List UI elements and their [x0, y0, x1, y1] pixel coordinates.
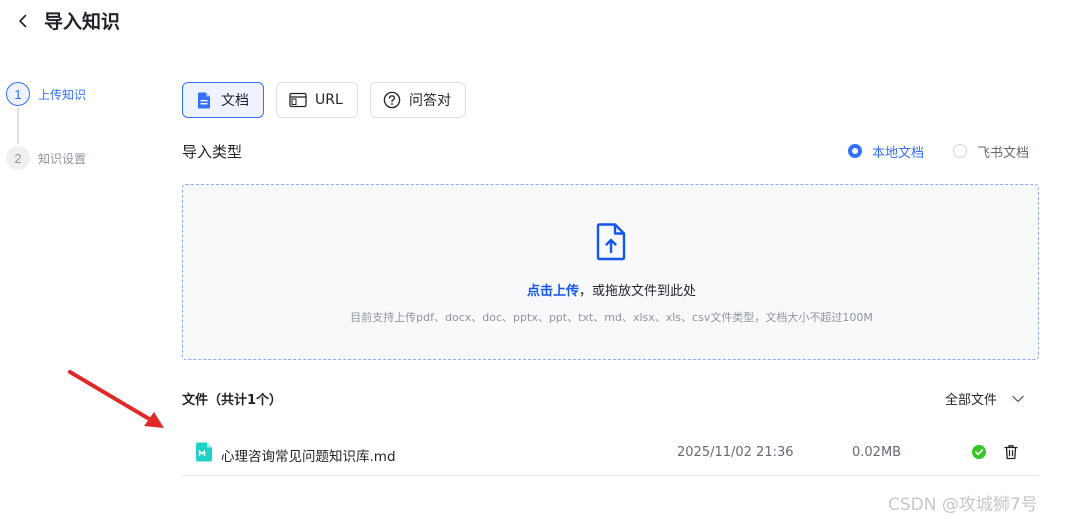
annotation-arrow-icon [68, 370, 164, 428]
document-icon [195, 91, 213, 109]
browser-window-icon [289, 91, 307, 109]
file-size: 0.02MB [852, 445, 902, 460]
radio-feishu-document[interactable]: 飞书文档 [953, 142, 1029, 161]
file-name: 心理咨询常见问题知识库.md [221, 449, 396, 465]
step-connector [17, 108, 19, 144]
page-title: 导入知识 [44, 11, 121, 33]
radio-label: 本地文档 [872, 145, 925, 161]
filter-label: 全部文件 [945, 393, 998, 408]
tab-url[interactable]: URL [276, 82, 358, 118]
step-settings: 2 知识设置 [6, 146, 146, 170]
upload-hint: 目前支持上传pdf、docx、doc、pptx、ppt、txt、md、xlsx、… [350, 311, 873, 324]
tab-qa-pairs[interactable]: 问答对 [370, 82, 466, 118]
tab-label: 问答对 [409, 93, 451, 109]
radio-local-document[interactable]: 本地文档 [848, 142, 924, 161]
click-upload-link[interactable]: 点击上传 [527, 284, 579, 299]
tab-label: URL [315, 92, 343, 108]
files-filter-dropdown[interactable]: 全部文件 [945, 389, 1025, 408]
tab-label: 文档 [221, 93, 249, 109]
files-count-header: 文件（共计1个） [182, 393, 283, 408]
file-date: 2025/11/02 21:36 [677, 445, 794, 460]
check-circle-icon [972, 445, 986, 459]
step-label: 上传知识 [38, 87, 87, 102]
radio-checked-icon [848, 144, 862, 158]
step-upload: 1 上传知识 [6, 82, 146, 106]
trash-icon[interactable] [1003, 444, 1019, 460]
markdown-file-icon [196, 442, 212, 462]
back-button[interactable] [12, 10, 34, 32]
watermark: CSDN @攻城狮7号 [888, 495, 1038, 515]
page-header: 导入知识 [0, 0, 1066, 50]
file-row: 心理咨询常见问题知识库.md 2025/11/02 21:36 0.02MB [182, 432, 1039, 476]
source-tabs: 文档 URL 问答对 [182, 82, 478, 118]
chevron-down-icon [1012, 395, 1024, 402]
import-type-label: 导入类型 [182, 143, 243, 161]
step-label: 知识设置 [38, 151, 87, 166]
radio-label: 飞书文档 [977, 145, 1030, 161]
import-type-radio-group: 本地文档 飞书文档 [848, 141, 1029, 161]
upload-dropzone[interactable]: 点击上传，或拖放文件到此处 目前支持上传pdf、docx、doc、pptx、pp… [182, 184, 1039, 360]
chevron-left-icon [19, 14, 27, 28]
upload-instruction: 点击上传，或拖放文件到此处 [183, 280, 1040, 299]
file-upload-icon [596, 223, 626, 261]
step-number: 2 [6, 146, 30, 170]
upload-instruction-text: ，或拖放文件到此处 [579, 284, 697, 299]
tab-document[interactable]: 文档 [182, 82, 264, 118]
question-circle-icon [383, 91, 401, 109]
step-number: 1 [6, 82, 30, 106]
radio-unchecked-icon [953, 144, 968, 158]
